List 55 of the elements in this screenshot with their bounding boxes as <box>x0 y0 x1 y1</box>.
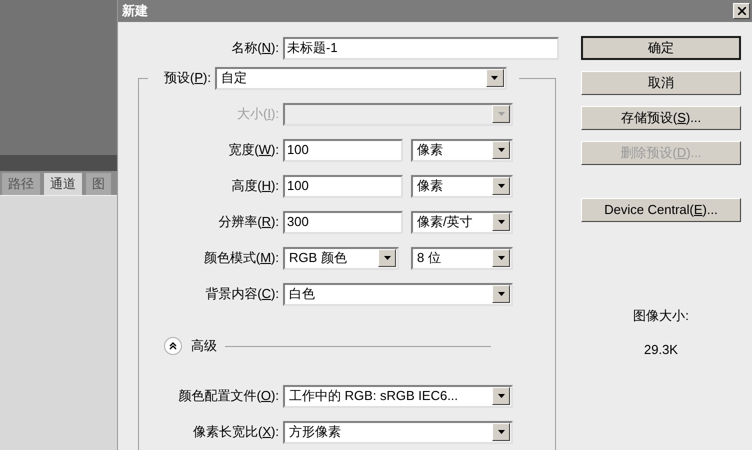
input-field[interactable]: 100 <box>283 174 403 198</box>
caret-icon <box>498 292 504 296</box>
close-icon <box>738 7 746 15</box>
field-label: 颜色模式(M): <box>202 249 279 268</box>
caret-icon <box>498 220 504 224</box>
close-button[interactable] <box>733 3 750 19</box>
caret-icon <box>498 430 504 434</box>
dropdown-arrow-button[interactable] <box>492 177 510 195</box>
field-label: 背景内容(C): <box>204 285 279 304</box>
caret-icon <box>498 394 504 398</box>
caret-icon <box>498 112 504 116</box>
field-label: 名称(N): <box>230 39 279 58</box>
dropdown-field[interactable]: 8 位 <box>411 246 513 270</box>
panel-tab[interactable]: 通道 <box>44 173 82 195</box>
dropdown-field[interactable]: 方形像素 <box>283 420 513 444</box>
field-label: 高度(H): <box>230 177 279 196</box>
dropdown-field[interactable]: 像素 <box>411 138 513 162</box>
dialog-button[interactable]: 确定 <box>581 36 741 60</box>
dropdown-field[interactable]: 自定 <box>214 66 507 90</box>
dialog-button[interactable]: Device Central(E)... <box>581 198 741 222</box>
dialog-button[interactable]: 取消 <box>581 71 741 95</box>
field-label: 分辨率(R): <box>217 213 279 232</box>
dropdown-field[interactable]: 白色 <box>283 282 513 306</box>
caret-icon <box>498 184 504 188</box>
window-title: 新建 <box>122 2 149 20</box>
input-field[interactable]: 300 <box>283 210 403 234</box>
dropdown-arrow-button[interactable] <box>492 285 510 303</box>
dropdown-arrow-button[interactable] <box>492 249 510 267</box>
field-label: 大小(I): <box>236 105 279 124</box>
dropdown-arrow-button[interactable] <box>486 69 504 87</box>
dropdown-field[interactable]: 工作中的 RGB: sRGB IEC6... <box>283 384 513 408</box>
field-label: 预设(P): <box>164 69 211 88</box>
dropdown-field[interactable]: RGB 颜色 <box>283 246 399 270</box>
dropdown-arrow-button[interactable] <box>492 387 510 405</box>
field-label: 像素长宽比(X): <box>192 423 279 442</box>
dropdown-arrow-button[interactable] <box>492 213 510 231</box>
dropdown-arrow-button[interactable] <box>378 249 396 267</box>
caret-icon <box>491 76 498 80</box>
field-label: 颜色配置文件(O): <box>178 387 279 406</box>
dropdown-field[interactable]: 像素/英寸 <box>411 210 513 234</box>
chevron-icon <box>169 342 177 350</box>
caret-icon <box>498 148 504 152</box>
caret-icon <box>384 256 390 260</box>
dialog-button[interactable]: 存储预设(S)... <box>581 106 741 130</box>
dropdown-field[interactable]: 像素 <box>411 174 513 198</box>
image-size-value: 29.3K <box>644 340 678 358</box>
dropdown-arrow-button[interactable] <box>492 423 510 441</box>
dropdown-arrow-button[interactable] <box>492 141 510 159</box>
collapse-toggle[interactable] <box>164 337 182 355</box>
image-size-label: 图像大小: <box>633 307 689 325</box>
section-label: 高级 <box>191 337 217 356</box>
input-field[interactable]: 100 <box>283 138 403 162</box>
input-field[interactable]: 未标题-1 <box>283 36 559 60</box>
caret-icon <box>498 256 504 260</box>
field-label: 宽度(W): <box>227 141 279 160</box>
